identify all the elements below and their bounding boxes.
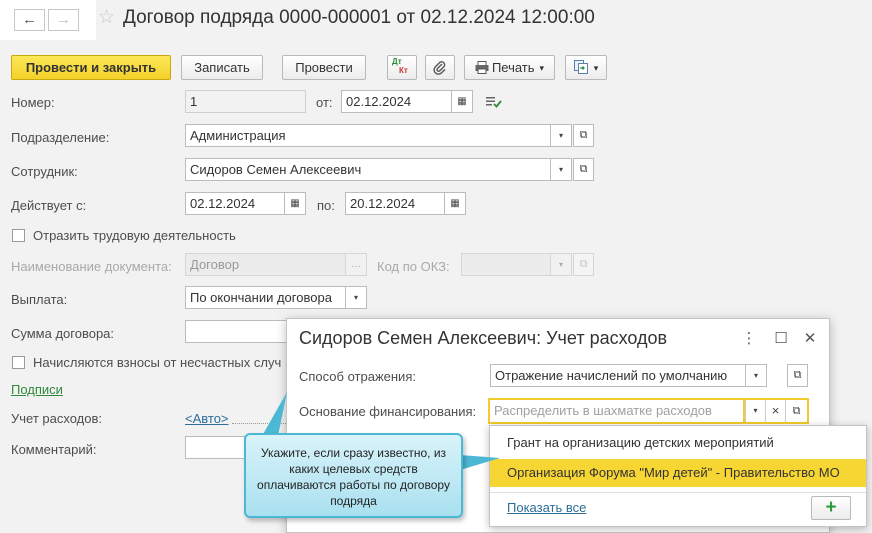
hint-text: Укажите, если сразу известно, из каких ц… [257,446,450,508]
hint-tooltip: Укажите, если сразу известно, из каких ц… [244,433,463,518]
arrow-to-dropdown [460,455,500,470]
arrow-to-expense [262,392,287,436]
